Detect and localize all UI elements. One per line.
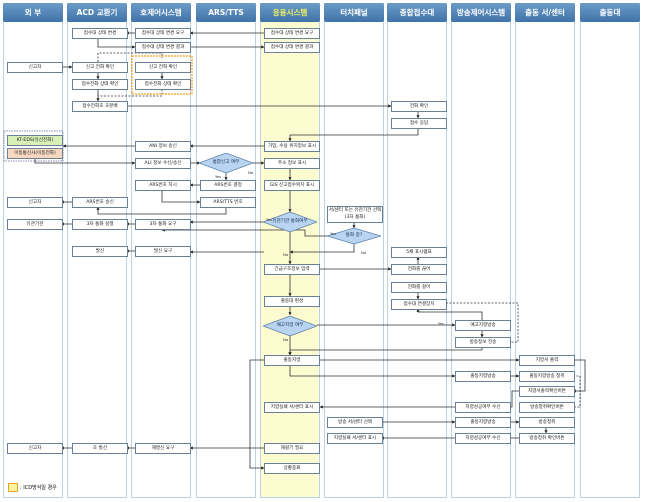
process-box: 출동지령방송 [455, 371, 511, 382]
process-box: 3자 통화 실행 [72, 219, 128, 230]
process-box: 접수전화 상태 확인 [135, 79, 191, 90]
yes-label: Yes [438, 321, 445, 326]
decision-pre-order: 예고지령 여부 [263, 316, 317, 336]
process-box: KT-EDS(유선전화) [7, 135, 63, 146]
process-box: 신고자 [7, 443, 63, 454]
flowchart: 외 부 ACD 교환기 호제어시스템 ARS/TTS 응용시스템 터치패널 종합… [0, 0, 646, 502]
process-box: 이동통신사(이동전화) [7, 148, 63, 159]
process-box: 신고자 [7, 62, 63, 73]
process-box: 신고 전화 확인 [135, 62, 191, 73]
process-box: 접수대 상태 변경 결과 [135, 42, 191, 53]
process-box: 지령실패 서/센터 표시 [327, 433, 383, 444]
process-box: 발신 [72, 246, 128, 257]
yes-label: Yes [330, 231, 337, 236]
process-box: 신고자 [7, 197, 63, 208]
process-box: 방송청취확인버튼 [519, 402, 575, 413]
no-label: No [248, 170, 254, 175]
process-box: 접수대 상태 변경 [72, 28, 128, 39]
process-box: 출동지령방송 청취 [519, 371, 575, 382]
process-box: 접수전화 상태 확인 [72, 79, 128, 90]
process-box: 3자 통화 요구 [135, 219, 191, 230]
no-label: No [361, 250, 367, 255]
process-box: GIS 신고접수위치 표시 [264, 180, 320, 191]
process-box: 지령성공여부 수신 [455, 433, 511, 444]
process-box: 예고지령방송 [455, 320, 511, 331]
process-box: 지령실패 서/센터 표시 [264, 402, 320, 413]
process-box: 서/센터 또는 유관기관 선택 (3자 통화) [327, 206, 383, 223]
yes-label: Yes [215, 174, 222, 179]
process-box: 접수대 상태 변경 결과 [264, 42, 320, 53]
process-box: ARS번호 송신 [72, 197, 128, 208]
process-box: 전화를 걸어 [391, 282, 447, 293]
process-box: 방송정보 전송 [455, 337, 511, 348]
process-box: 접수대 상태 변경 요구 [135, 28, 191, 39]
process-box: 지령서출력확인버튼 [519, 386, 575, 397]
process-box: 출동지령방송 [455, 417, 511, 428]
process-box: 접수대 연결장치 [391, 299, 447, 310]
process-box: 긴급구조정보 입력 [264, 264, 320, 275]
yes-label: Yes [266, 217, 273, 222]
legend-label: : ICD방식일 경우 [20, 485, 57, 491]
process-box: ARS/TTS 번호 [200, 197, 256, 208]
process-box: 출동지령 [264, 355, 320, 366]
process-box: 전화 확인 [391, 101, 447, 112]
decision-label: 유관기관 통화여부 [272, 219, 308, 224]
process-box: 방송청취 [519, 417, 575, 428]
decision-agency: 유관기관 통화여부 [263, 212, 317, 232]
legend-swatch [8, 483, 18, 492]
process-box: ANI 정보 송신 [135, 141, 191, 152]
process-box: 출동대 편성 [264, 296, 320, 307]
no-label: No [283, 252, 289, 257]
process-box: 가입, 수용 위치정보 표시 [264, 141, 320, 152]
decision-label: 예고지령 여부 [276, 323, 304, 328]
process-box: 재걸기 필요 [264, 443, 320, 454]
process-box: ALI 정보 수신/송신 [135, 158, 191, 169]
process-box: 5채 표시램프 [391, 247, 447, 258]
decision-integrated: 통합신고 여부 [199, 153, 253, 173]
process-box: 방송 서/센터 선택 [327, 417, 383, 428]
process-box: 접수 응답 [391, 118, 447, 129]
decision-label: 통합신고 여부 [212, 160, 240, 165]
decision-label: 통화 중? [345, 233, 363, 238]
process-box: 발신 요구 [135, 246, 191, 257]
process-box: 주소 정보 표시 [264, 158, 320, 169]
process-box: 접수전화호 호분배 [72, 101, 128, 112]
process-box: 전화를 끊어 [391, 264, 447, 275]
process-box: 지령성공여부 수신 [455, 402, 511, 413]
process-box: 접수대 상태 변경 요구 [264, 28, 320, 39]
process-box: ARS번호 결정 [200, 180, 256, 191]
process-box: 방송청취 확인버튼 [519, 433, 575, 444]
process-box: 재발신 요구 [135, 443, 191, 454]
no-label: No [283, 337, 289, 342]
process-box: 유관기관 [7, 219, 63, 230]
process-box: 상황종료 [264, 463, 320, 474]
process-box: 신고 전화 확인 [72, 62, 128, 73]
process-box: ARS번호 지시 [135, 180, 191, 191]
process-box: 지령서 출력 [519, 355, 575, 366]
process-box: 호 발신 [72, 443, 128, 454]
